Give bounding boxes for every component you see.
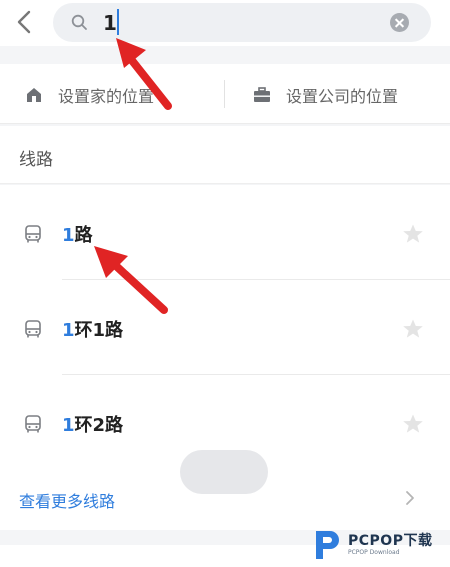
- route-name: 1环1路: [62, 316, 123, 342]
- section-header: 线路: [0, 126, 450, 184]
- set-company-label: 设置公司的位置: [286, 87, 399, 106]
- search-icon: [71, 14, 87, 30]
- set-home-button[interactable]: 设置家的位置: [24, 83, 154, 107]
- route-name-highlight: 1: [62, 320, 75, 341]
- route-name-rest: 路: [74, 225, 93, 246]
- route-name: 1环2路: [62, 411, 123, 437]
- watermark-brand: PCPOP下载: [348, 533, 433, 549]
- brand-logo-icon: [316, 531, 339, 559]
- route-name: 1路: [62, 221, 93, 247]
- watermark: PCPOP下载 PCPOP Download: [312, 528, 432, 562]
- location-shortcuts: 设置家的位置 设置公司的位置: [0, 64, 450, 124]
- back-arrow-icon[interactable]: [12, 6, 40, 38]
- floating-pill-button[interactable]: [180, 450, 268, 494]
- home-icon: [27, 88, 41, 102]
- route-item[interactable]: 1环1路: [0, 280, 450, 375]
- chevron-right-icon: [406, 491, 414, 505]
- briefcase-icon: [254, 87, 270, 102]
- divider: [224, 80, 225, 108]
- star-icon[interactable]: [402, 223, 424, 245]
- bus-icon: [25, 415, 41, 433]
- clear-icon[interactable]: [390, 13, 409, 32]
- route-name-highlight: 1: [62, 225, 75, 246]
- bus-icon: [25, 320, 41, 338]
- watermark-sub: PCPOP Download: [348, 549, 400, 556]
- route-name-highlight: 1: [62, 415, 75, 436]
- route-name-rest: 环2路: [74, 415, 124, 436]
- search-box[interactable]: 1: [53, 3, 431, 42]
- set-home-label: 设置家的位置: [58, 87, 155, 106]
- text-cursor: [117, 9, 119, 35]
- star-icon[interactable]: [402, 413, 424, 435]
- route-item[interactable]: 1路: [0, 185, 450, 280]
- bus-icon: [25, 225, 41, 243]
- section-title: 线路: [19, 150, 53, 170]
- star-icon[interactable]: [402, 318, 424, 340]
- top-bar: 1: [0, 0, 450, 46]
- search-input[interactable]: 1: [103, 11, 117, 35]
- more-routes-label: 查看更多线路: [19, 492, 116, 511]
- route-name-rest: 环1路: [74, 320, 124, 341]
- set-company-button[interactable]: 设置公司的位置: [252, 83, 398, 107]
